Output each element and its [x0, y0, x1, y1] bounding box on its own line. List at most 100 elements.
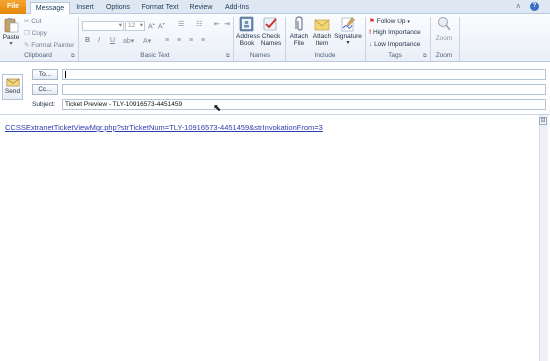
low-importance-label: Low Importance — [374, 41, 421, 48]
chevron-down-icon: ▾ — [118, 22, 122, 29]
shrink-font-icon[interactable]: A▾ — [158, 21, 165, 30]
magnifier-icon — [438, 17, 451, 31]
subject-label: Subject: — [32, 101, 56, 108]
send-envelope-icon — [6, 78, 19, 87]
highlight-icon[interactable]: ab▾ — [123, 37, 134, 45]
copy-button[interactable]: ❐ Copy — [24, 29, 47, 37]
numbering-icon[interactable]: ☷ — [196, 20, 202, 28]
bullets-icon[interactable]: ☰ — [178, 20, 184, 28]
increase-indent-icon[interactable]: ⇥ — [224, 20, 230, 28]
copy-icon: ❐ — [24, 30, 30, 37]
include-group-label: Include — [314, 52, 336, 59]
tab-review[interactable]: Review — [187, 2, 215, 14]
names-group-label: Names — [249, 52, 271, 59]
italic-button[interactable]: I — [98, 37, 100, 44]
cc-field[interactable] — [62, 84, 546, 95]
copy-label: Copy — [31, 30, 47, 37]
basic-text-group-label: Basic Text — [140, 52, 170, 59]
font-size-box[interactable]: 12 ▾ — [125, 21, 145, 31]
chevron-down-icon: ▾ — [407, 19, 410, 25]
low-importance-button[interactable]: ↓ Low Importance — [369, 41, 420, 48]
mouse-cursor-icon: ⬉ — [213, 103, 222, 114]
attach-file-button[interactable]: Attach File — [288, 16, 310, 47]
attach-item-label-2: Item — [315, 40, 329, 47]
bold-button[interactable]: B — [85, 37, 90, 44]
zoom-label: Zoom — [435, 35, 453, 42]
attach-item-button[interactable]: Attach Item — [311, 16, 333, 47]
text-caret — [65, 70, 66, 78]
signature-label: Signature — [334, 33, 362, 40]
high-importance-label: High Importance — [372, 29, 421, 36]
align-left-icon[interactable]: ≡ — [165, 37, 169, 44]
message-body[interactable]: CCSSExtranetTicketViewMgr.php?strTicketN… — [0, 114, 550, 361]
check-names-label-1: Check — [261, 33, 281, 40]
address-book-icon — [239, 16, 254, 32]
ribbon-tab-bar: File Message Insert Options Format Text … — [0, 0, 550, 15]
font-name-box[interactable]: ▾ — [82, 21, 124, 31]
check-names-button[interactable]: Check Names — [260, 16, 282, 47]
vertical-scrollbar[interactable] — [539, 115, 548, 361]
cc-button[interactable]: Cc... — [32, 84, 58, 95]
tab-format-text[interactable]: Format Text — [140, 2, 180, 14]
zoom-group-label: Zoom — [435, 52, 453, 59]
attach-file-label-2: File — [293, 40, 305, 47]
grow-font-icon[interactable]: A▴ — [148, 21, 155, 30]
group-divider — [285, 17, 286, 61]
chevron-down-icon: ▾ — [346, 40, 350, 46]
font-color-icon[interactable]: A▾ — [143, 37, 151, 45]
group-divider — [365, 17, 366, 61]
group-divider — [233, 17, 234, 61]
format-painter-label: Format Painter — [31, 42, 75, 49]
zoom-button[interactable]: Zoom — [433, 16, 455, 42]
subject-field[interactable]: Ticket Preview - TLY-10916573-4451459 — [62, 99, 546, 110]
cut-label: Cut — [31, 18, 42, 25]
signature-button[interactable]: Signature ▾ — [334, 16, 362, 47]
clipboard-dialog-launcher-icon[interactable]: ⧉ — [71, 53, 75, 59]
down-arrow-icon: ↓ — [369, 41, 373, 48]
font-dialog-launcher-icon[interactable]: ⧉ — [226, 53, 230, 59]
paperclip-icon — [295, 16, 303, 31]
paste-button[interactable]: Paste ▾ — [2, 17, 20, 48]
to-field[interactable] — [62, 69, 546, 80]
decrease-indent-icon[interactable]: ⇤ — [214, 20, 220, 28]
attach-item-label-1: Attach — [312, 33, 332, 40]
help-icon[interactable]: ? — [530, 2, 539, 11]
tab-options[interactable]: Options — [103, 2, 133, 14]
tab-file[interactable]: File — [0, 0, 26, 14]
tags-dialog-launcher-icon[interactable]: ⧉ — [423, 53, 427, 59]
cut-button[interactable]: ✂ Cut — [24, 17, 41, 25]
justify-icon[interactable]: ≡ — [201, 37, 205, 44]
attach-file-label-1: Attach — [289, 33, 309, 40]
group-divider — [459, 17, 460, 61]
collapse-ribbon-icon[interactable]: ˄ — [516, 2, 521, 11]
underline-button[interactable]: U — [110, 37, 115, 44]
follow-up-label: Follow Up — [376, 18, 406, 25]
address-book-label-2: Book — [239, 40, 255, 47]
paste-icon — [4, 18, 19, 33]
view-ruler-icon[interactable]: ⊟ — [539, 117, 547, 125]
ribbon: Paste ▾ ✂ Cut ❐ Copy ✎ Format Painter Cl… — [0, 14, 550, 62]
align-center-icon[interactable]: ≡ — [177, 37, 181, 44]
tab-insert[interactable]: Insert — [73, 2, 97, 14]
flag-icon: ⚑ — [369, 18, 375, 25]
signature-icon — [341, 17, 355, 32]
tab-add-ins[interactable]: Add-Ins — [222, 2, 252, 14]
paintbrush-icon: ✎ — [24, 42, 30, 49]
high-importance-button[interactable]: ! High Importance — [369, 29, 421, 36]
send-button[interactable]: Send — [2, 74, 23, 100]
check-names-label-2: Names — [260, 40, 282, 47]
to-button[interactable]: To... — [32, 69, 58, 80]
tags-group-label: Tags — [388, 52, 402, 59]
address-book-button[interactable]: Address Book — [236, 16, 260, 47]
chevron-down-icon: ▾ — [139, 22, 143, 29]
follow-up-button[interactable]: ⚑ Follow Up ▾ — [369, 17, 410, 25]
subject-value: Ticket Preview - TLY-10916573-4451459 — [65, 101, 183, 108]
format-painter-button[interactable]: ✎ Format Painter — [24, 41, 74, 49]
align-right-icon[interactable]: ≡ — [189, 37, 193, 44]
scissors-icon: ✂ — [24, 18, 30, 25]
paste-label: Paste — [2, 34, 20, 41]
group-divider — [78, 17, 79, 61]
font-size-value: 12 — [128, 22, 136, 29]
body-hyperlink[interactable]: CCSSExtranetTicketViewMgr.php?strTicketN… — [5, 123, 323, 132]
exclamation-icon: ! — [369, 29, 372, 36]
